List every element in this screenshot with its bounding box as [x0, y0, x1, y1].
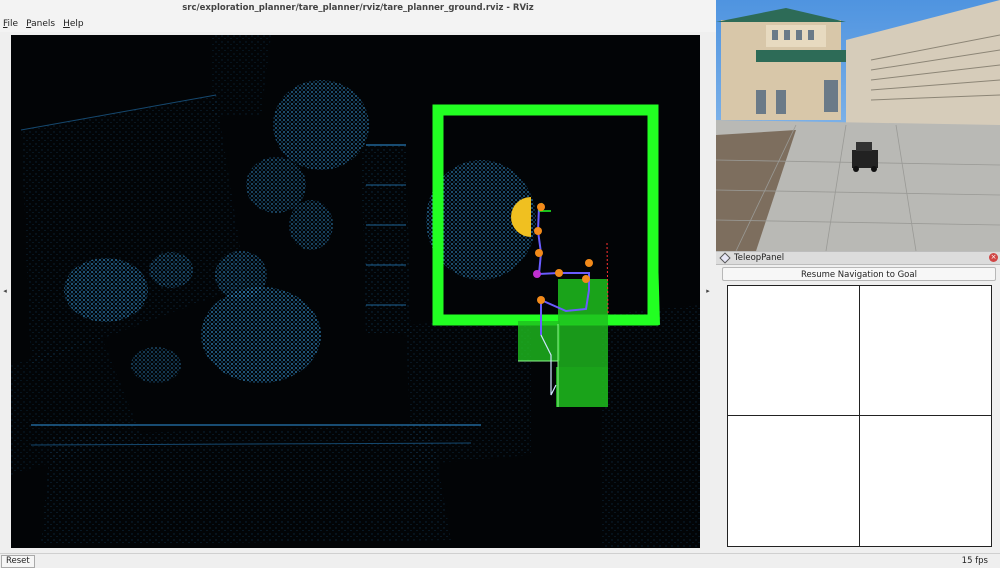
pad-horizontal-line — [728, 415, 991, 416]
collapse-left-arrow-icon[interactable]: ◂ — [1, 286, 9, 296]
teleop-joystick-pad[interactable] — [727, 285, 992, 547]
fps-readout: 15 fps — [961, 556, 988, 566]
camera-image — [716, 0, 1000, 251]
menu-file[interactable]: File — [3, 19, 18, 29]
pad-vertical-line — [859, 286, 860, 546]
status-bar: Reset 15 fps — [0, 553, 1000, 568]
point-cloud-map — [11, 35, 700, 548]
menu-help[interactable]: Help — [63, 19, 84, 29]
3d-viewport[interactable] — [11, 35, 700, 548]
collapse-right-arrow-icon[interactable]: ▸ — [704, 286, 712, 296]
teleop-panel-title: TeleopPanel — [734, 253, 785, 263]
panel-diamond-icon — [719, 252, 731, 264]
planned-cells — [518, 279, 608, 407]
camera-scene — [716, 0, 1000, 251]
resume-navigation-button[interactable]: Resume Navigation to Goal — [722, 267, 996, 281]
menu-panels[interactable]: Panels — [26, 19, 55, 29]
reset-button[interactable]: Reset — [1, 555, 35, 568]
teleop-panel-header: TeleopPanel × — [716, 251, 1000, 265]
window-title: src/exploration_planner/tare_planner/rvi… — [0, 0, 716, 16]
menu-bar: File Panels Help — [0, 16, 716, 32]
close-icon[interactable]: × — [989, 253, 998, 262]
